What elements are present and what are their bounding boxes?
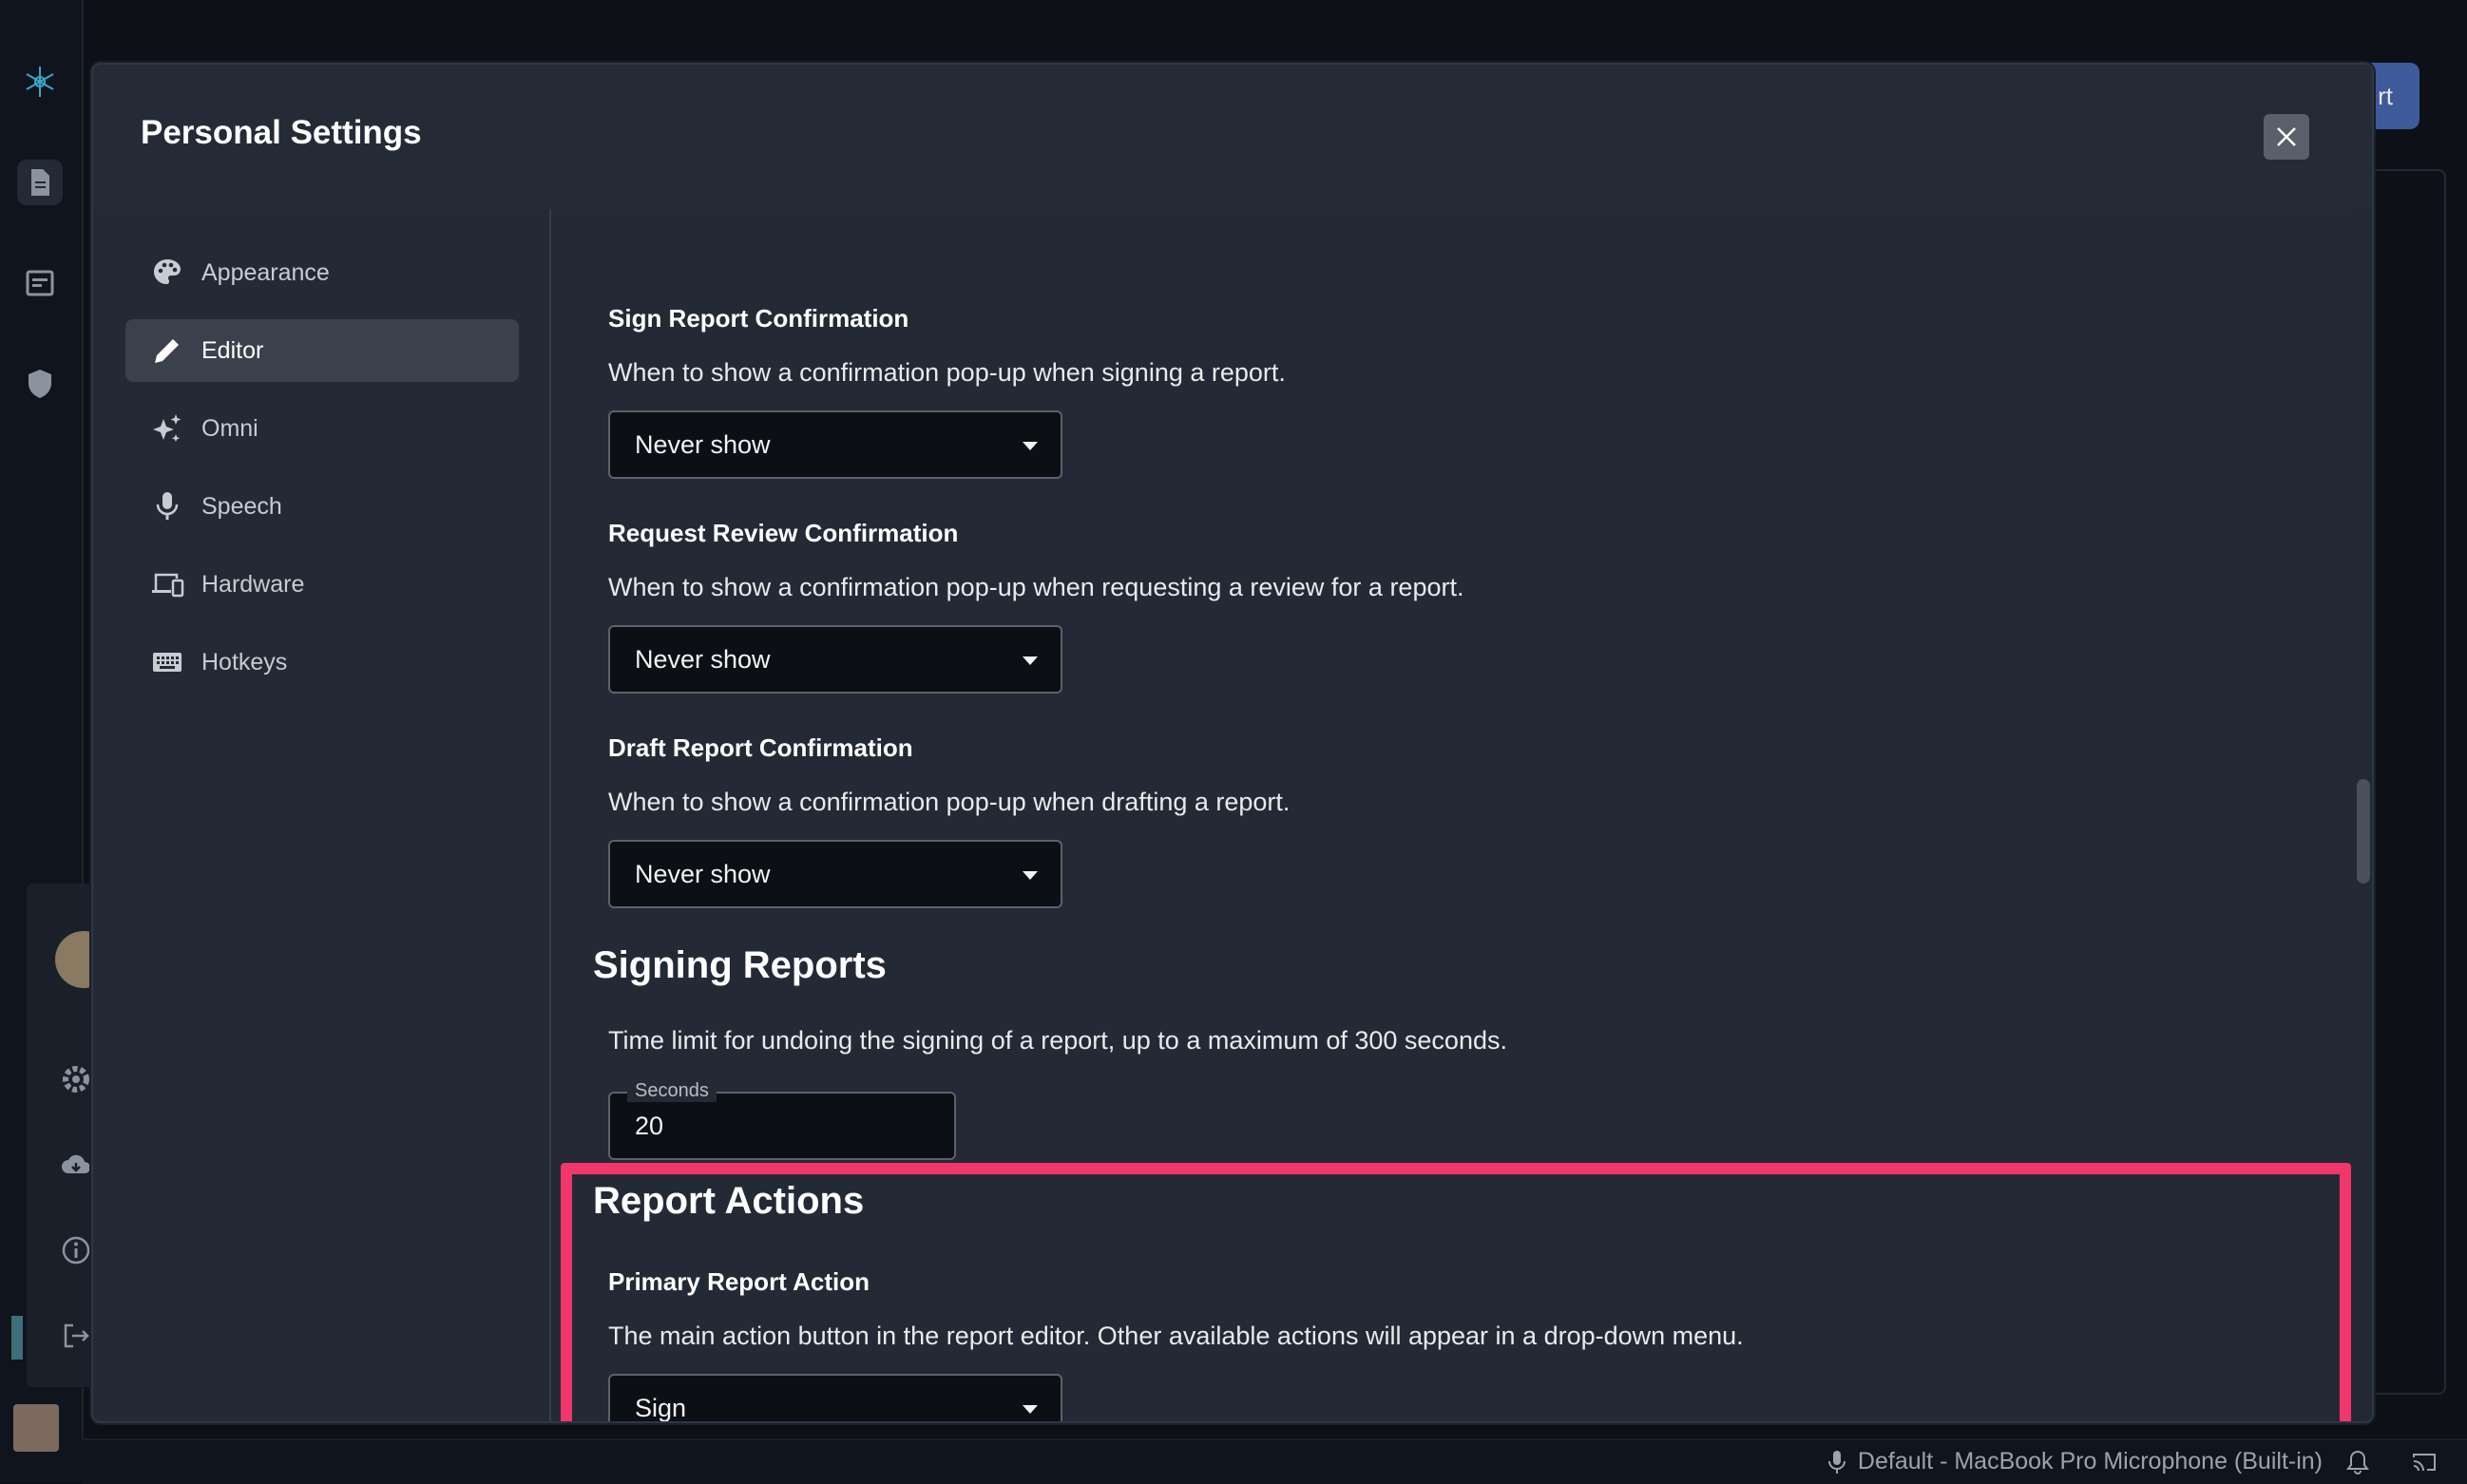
palette-icon	[154, 259, 181, 284]
microphone-icon	[1827, 1450, 1845, 1474]
nav-item-speech[interactable]: Speech	[125, 475, 519, 538]
setting-title: Draft Report Confirmation	[608, 733, 913, 762]
status-strip	[11, 1316, 23, 1360]
close-button[interactable]	[2264, 114, 2309, 160]
personal-settings-dialog: Personal Settings Appearance Editor Omni…	[91, 63, 2374, 1423]
review-confirmation-select[interactable]: Never show	[608, 625, 1062, 694]
seconds-label: Seconds	[627, 1080, 717, 1102]
nav-item-editor[interactable]: Editor	[125, 319, 519, 382]
seconds-value: 20	[635, 1111, 664, 1140]
section-title-report-actions: Report Actions	[593, 1180, 865, 1222]
seconds-input[interactable]: Seconds 20	[608, 1080, 956, 1160]
nav-item-hotkeys[interactable]: Hotkeys	[125, 631, 519, 694]
primary-action-select[interactable]: Sign	[608, 1374, 1062, 1421]
select-value: Never show	[635, 429, 771, 459]
nav-label: Hotkeys	[201, 648, 288, 675]
caret-down-icon	[1023, 656, 1038, 665]
nav-item-appearance[interactable]: Appearance	[125, 241, 519, 304]
setting-draft-confirmation: Draft Report Confirmation When to show a…	[608, 733, 1290, 908]
reports-icon[interactable]	[17, 160, 63, 205]
nav-label: Speech	[201, 492, 282, 520]
caret-down-icon	[1023, 1405, 1038, 1414]
settings-content: Sign Report Confirmation When to show a …	[551, 209, 2372, 1421]
select-value: Never show	[635, 859, 771, 888]
setting-sign-confirmation: Sign Report Confirmation When to show a …	[608, 304, 1286, 479]
info-icon[interactable]	[57, 1231, 95, 1269]
settings-nav: Appearance Editor Omni Speech Hardware H…	[125, 241, 519, 709]
nav-label: Hardware	[201, 570, 305, 598]
setting-description: Time limit for undoing the signing of a …	[608, 1026, 1507, 1055]
close-icon	[2277, 127, 2296, 146]
setting-description: When to show a confirmation pop-up when …	[608, 358, 1286, 387]
microphone-icon	[156, 492, 179, 520]
setting-description: The main action button in the report edi…	[608, 1322, 1744, 1350]
sign-confirmation-select[interactable]: Never show	[608, 410, 1062, 479]
setting-description: When to show a confirmation pop-up when …	[608, 573, 1464, 601]
keyboard-icon	[153, 653, 182, 672]
pencil-icon	[155, 339, 179, 363]
setting-primary-action: Primary Report Action The main action bu…	[608, 1267, 1744, 1421]
select-value: Sign	[635, 1393, 687, 1422]
nav-label: Omni	[201, 414, 258, 442]
setting-review-confirmation: Request Review Confirmation When to show…	[608, 519, 1463, 694]
app-logo-icon[interactable]	[17, 59, 63, 105]
user-thumbnail	[13, 1404, 59, 1452]
setting-title: Primary Report Action	[608, 1267, 870, 1296]
nav-label: Editor	[201, 336, 264, 364]
nav-item-omni[interactable]: Omni	[125, 397, 519, 460]
setting-description: When to show a confirmation pop-up when …	[608, 788, 1291, 816]
gear-icon[interactable]	[57, 1060, 95, 1098]
nav-item-hardware[interactable]: Hardware	[125, 553, 519, 616]
logout-icon[interactable]	[57, 1317, 95, 1355]
setting-title: Sign Report Confirmation	[608, 304, 909, 333]
setting-undo-signing: Time limit for undoing the signing of a …	[608, 1026, 1507, 1160]
worklist-icon[interactable]	[17, 260, 63, 306]
nav-label: Appearance	[201, 258, 330, 286]
dialog-header: Personal Settings	[93, 65, 2372, 209]
scrollbar-thumb[interactable]	[2357, 779, 2370, 884]
microphone-status[interactable]: Default - MacBook Pro Microphone (Built-…	[1826, 1448, 2323, 1475]
section-title-signing: Signing Reports	[593, 944, 887, 986]
status-bar: Default - MacBook Pro Microphone (Built-…	[82, 1438, 2467, 1484]
dialog-title: Personal Settings	[141, 114, 422, 151]
select-value: Never show	[635, 644, 771, 674]
sparkles-icon	[153, 414, 182, 442]
caret-down-icon	[1023, 442, 1038, 450]
shield-icon[interactable]	[17, 361, 63, 407]
cast-icon[interactable]	[2410, 1448, 2438, 1476]
cloud-download-icon[interactable]	[57, 1146, 95, 1184]
devices-icon	[152, 573, 184, 598]
caret-down-icon	[1023, 871, 1038, 880]
bell-icon[interactable]	[2343, 1448, 2372, 1476]
setting-title: Request Review Confirmation	[608, 519, 959, 547]
microphone-label: Default - MacBook Pro Microphone (Built-…	[1857, 1448, 2323, 1474]
draft-confirmation-select[interactable]: Never show	[608, 840, 1062, 908]
